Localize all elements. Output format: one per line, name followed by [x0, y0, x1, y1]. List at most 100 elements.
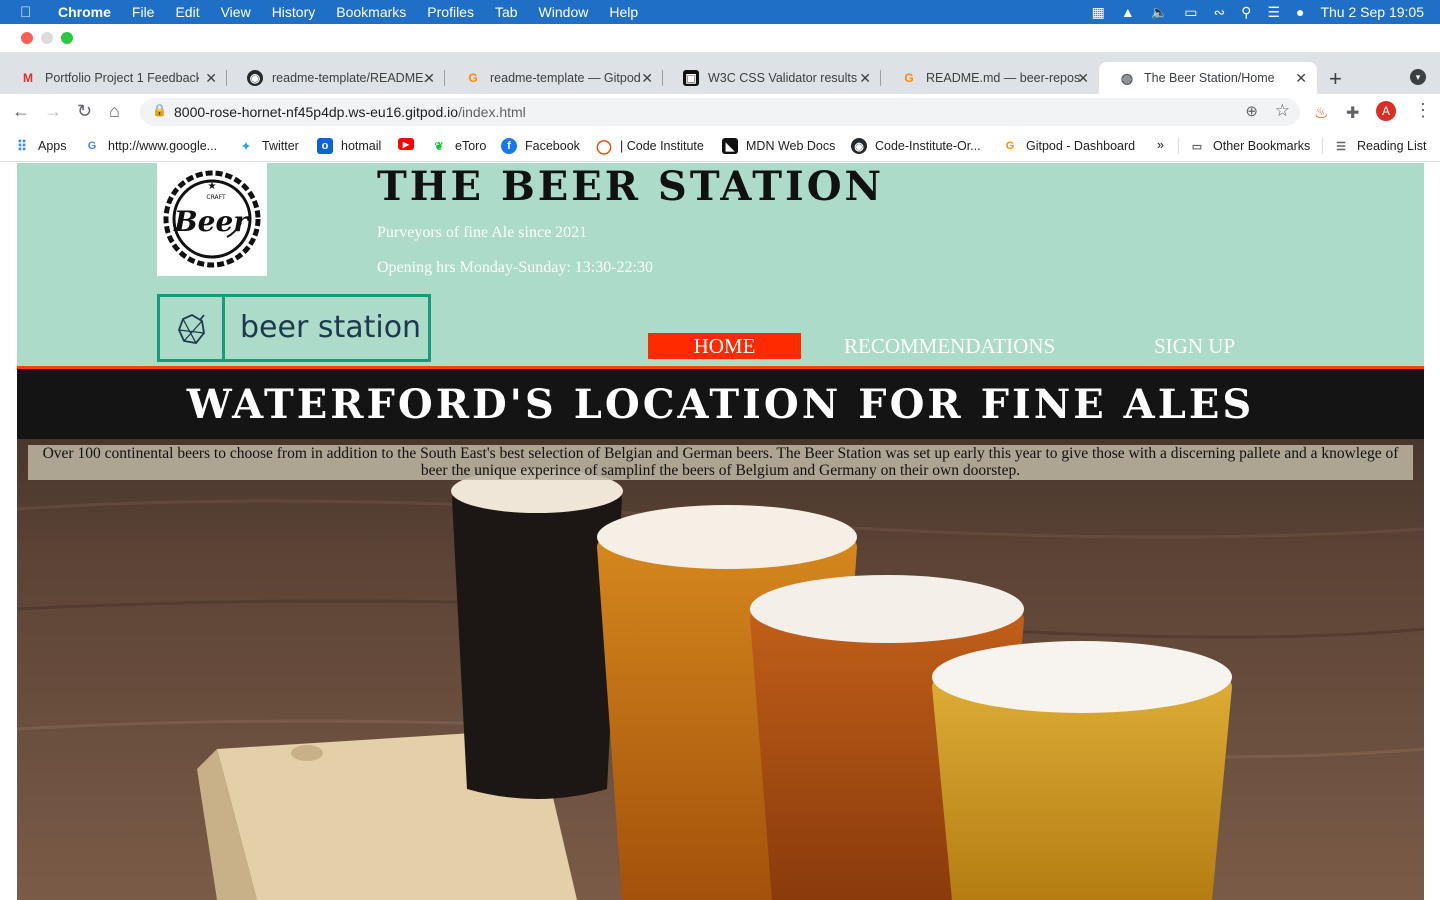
close-tab-icon[interactable]: ✕ [1295, 70, 1307, 87]
bookmarks-overflow-chevron[interactable]: » [1157, 138, 1164, 152]
chevron-double-right-icon: » [1157, 138, 1164, 152]
address-bar[interactable]: 🔒 8000-rose-hornet-nf45p4dp.ws-eu16.gitp… [140, 98, 1300, 126]
tab-label: Portfolio Project 1 Feedback [45, 71, 199, 85]
zoom-icon[interactable]: ⊕ [1245, 102, 1258, 120]
bookmark-star-icon[interactable]: ☆ [1275, 101, 1290, 121]
close-tab-icon[interactable]: ✕ [205, 70, 217, 87]
nav-sign-up-link[interactable]: SIGN UP [1154, 333, 1235, 359]
menu-help[interactable]: Help [609, 4, 638, 20]
spotlight-search-icon[interactable]: ⚲ [1241, 4, 1251, 21]
site-tagline: Purveyors of fine Ale since 2021 [377, 224, 588, 241]
bookmark-etoro[interactable]: ❦ eToro [431, 138, 486, 154]
github-icon: ◉ [851, 138, 867, 154]
nav-recommendations-link[interactable]: RECOMMENDATIONS [844, 333, 1055, 359]
chrome-menu-icon[interactable]: ⋮ [1414, 100, 1432, 121]
apple-icon[interactable]:  [20, 4, 36, 21]
close-tab-icon[interactable]: ✕ [641, 70, 653, 87]
extension-flame-icon[interactable]: ♨ [1314, 103, 1328, 123]
site-header: ★ CRAFT Beer THE BEER STATION Purveyors … [17, 163, 1424, 366]
url-host: 8000-rose-hornet-nf45p4dp.ws-eu16.gitpod… [174, 104, 459, 120]
tab-beer-station-home[interactable]: ◍ The Beer Station/Home ✕ [1099, 62, 1317, 94]
github-icon: ◉ [247, 70, 263, 86]
twitter-icon: ✦ [241, 140, 251, 153]
bookmark-facebook[interactable]: f Facebook [501, 138, 580, 154]
gitpod-icon: G [904, 71, 914, 85]
tab-portfolio-feedback[interactable]: M Portfolio Project 1 Feedback ✕ [0, 62, 227, 94]
bookmark-code-institute[interactable]: ◯ | Code Institute [596, 138, 704, 154]
new-tab-plus-icon[interactable]: + [1329, 66, 1342, 92]
gitpod-icon: G [468, 71, 478, 85]
nav-home-link[interactable]: HOME [648, 333, 801, 359]
close-tab-icon[interactable]: ✕ [1077, 70, 1089, 87]
minimize-window-button[interactable] [41, 32, 53, 44]
craft-beer-logo[interactable]: ★ CRAFT Beer [157, 163, 267, 276]
beer-station-brand-logo[interactable]: beer station [157, 294, 431, 362]
bookmark-google[interactable]: G http://www.google... [84, 138, 217, 154]
bookmark-hotmail[interactable]: o hotmail [317, 138, 381, 154]
battery-icon[interactable]: ▭ [1184, 4, 1197, 21]
menu-tab[interactable]: Tab [495, 4, 518, 20]
bookmark-code-institute-org[interactable]: ◉ Code-Institute-Or... [851, 138, 981, 154]
bookmark-mdn[interactable]: ◣ MDN Web Docs [722, 138, 835, 154]
control-center-icon[interactable]: ☰ [1267, 4, 1280, 21]
profile-avatar[interactable]: A [1376, 101, 1396, 121]
tab-w3c-validator[interactable]: ▣ W3C CSS Validator results ✕ [663, 62, 881, 94]
menu-history[interactable]: History [272, 4, 316, 20]
home-icon[interactable]: ⌂ [109, 101, 120, 122]
reload-icon[interactable]: ↻ [77, 101, 92, 122]
tab-search-chevron-icon[interactable]: ▾ [1410, 69, 1426, 85]
malwarebytes-icon[interactable]: ▲ [1121, 4, 1135, 20]
bookmark-label: eToro [455, 139, 487, 153]
menu-view[interactable]: View [221, 4, 251, 20]
bookmark-label: Other Bookmarks [1213, 139, 1311, 153]
reading-list-icon: ☰ [1336, 140, 1346, 153]
status-app-icon[interactable]: ▦ [1092, 4, 1105, 21]
wifi-icon[interactable]: ∾ [1213, 4, 1225, 21]
menu-window[interactable]: Window [539, 4, 589, 20]
zoom-window-button[interactable] [61, 32, 73, 44]
lock-icon[interactable]: 🔒 [152, 103, 167, 117]
tab-readme-template-github[interactable]: ◉ readme-template/README.md ✕ [227, 62, 445, 94]
bookmark-youtube[interactable]: ▶ [398, 138, 422, 150]
address-url[interactable]: 8000-rose-hornet-nf45p4dp.ws-eu16.gitpod… [174, 104, 526, 120]
menubar-clock[interactable]: Thu 2 Sep 19:05 [1320, 4, 1424, 20]
menu-file[interactable]: File [132, 4, 155, 20]
folder-icon: ▭ [1191, 140, 1203, 153]
siri-icon[interactable]: ● [1296, 4, 1304, 20]
volume-icon[interactable]: 🔈 [1151, 4, 1168, 21]
tab-readme-template-gitpod[interactable]: G readme-template — Gitpod ✕ [445, 62, 663, 94]
bookmarks-bar: ⠿ Apps G http://www.google... ✦ Twitter … [0, 130, 1440, 162]
close-tab-icon[interactable]: ✕ [859, 70, 871, 87]
etoro-icon: ❦ [434, 140, 444, 153]
extensions-puzzle-icon[interactable]: ✚ [1346, 103, 1359, 123]
bookmark-other-bookmarks[interactable]: ▭ Other Bookmarks [1178, 138, 1310, 154]
bookmark-label: http://www.google... [108, 139, 218, 153]
apps-grid-icon: ⠿ [16, 137, 28, 154]
bookmark-label: Facebook [525, 139, 580, 153]
tab-label: The Beer Station/Home [1144, 71, 1275, 85]
menu-profiles[interactable]: Profiles [427, 4, 474, 20]
bookmark-twitter[interactable]: ✦ Twitter [238, 138, 299, 154]
menu-edit[interactable]: Edit [175, 4, 199, 20]
close-tab-icon[interactable]: ✕ [423, 70, 435, 87]
bookmark-gitpod-dashboard[interactable]: G Gitpod - Dashboard [1002, 138, 1135, 154]
menu-app-name[interactable]: Chrome [58, 4, 111, 20]
tab-readme-beer-repository[interactable]: G README.md — beer-repository ✕ [881, 62, 1099, 94]
tab-label: readme-template/README.md [272, 71, 426, 85]
google-icon: G [87, 140, 97, 152]
bookmark-label: Code-Institute-Or... [875, 139, 981, 153]
site-title: THE BEER STATION [377, 163, 885, 210]
url-path: /index.html [458, 104, 526, 120]
browser-toolbar: ← → ↻ ⌂ 🔒 8000-rose-hornet-nf45p4dp.ws-e… [0, 94, 1440, 130]
menu-bookmarks[interactable]: Bookmarks [336, 4, 406, 20]
bookmark-apps[interactable]: ⠿ Apps [14, 138, 67, 154]
brand-wordmark: beer station [240, 310, 422, 345]
tab-label: README.md — beer-repository [926, 71, 1080, 85]
bookmark-label: Twitter [262, 139, 299, 153]
bookmark-reading-list[interactable]: ☰ Reading List [1322, 138, 1427, 154]
forward-arrow-icon[interactable]: → [44, 101, 62, 122]
back-arrow-icon[interactable]: ← [12, 101, 30, 122]
gitpod-icon: G [1005, 140, 1015, 152]
hero-blurb: Over 100 continental beers to choose fro… [28, 445, 1413, 480]
close-window-button[interactable] [21, 32, 33, 44]
